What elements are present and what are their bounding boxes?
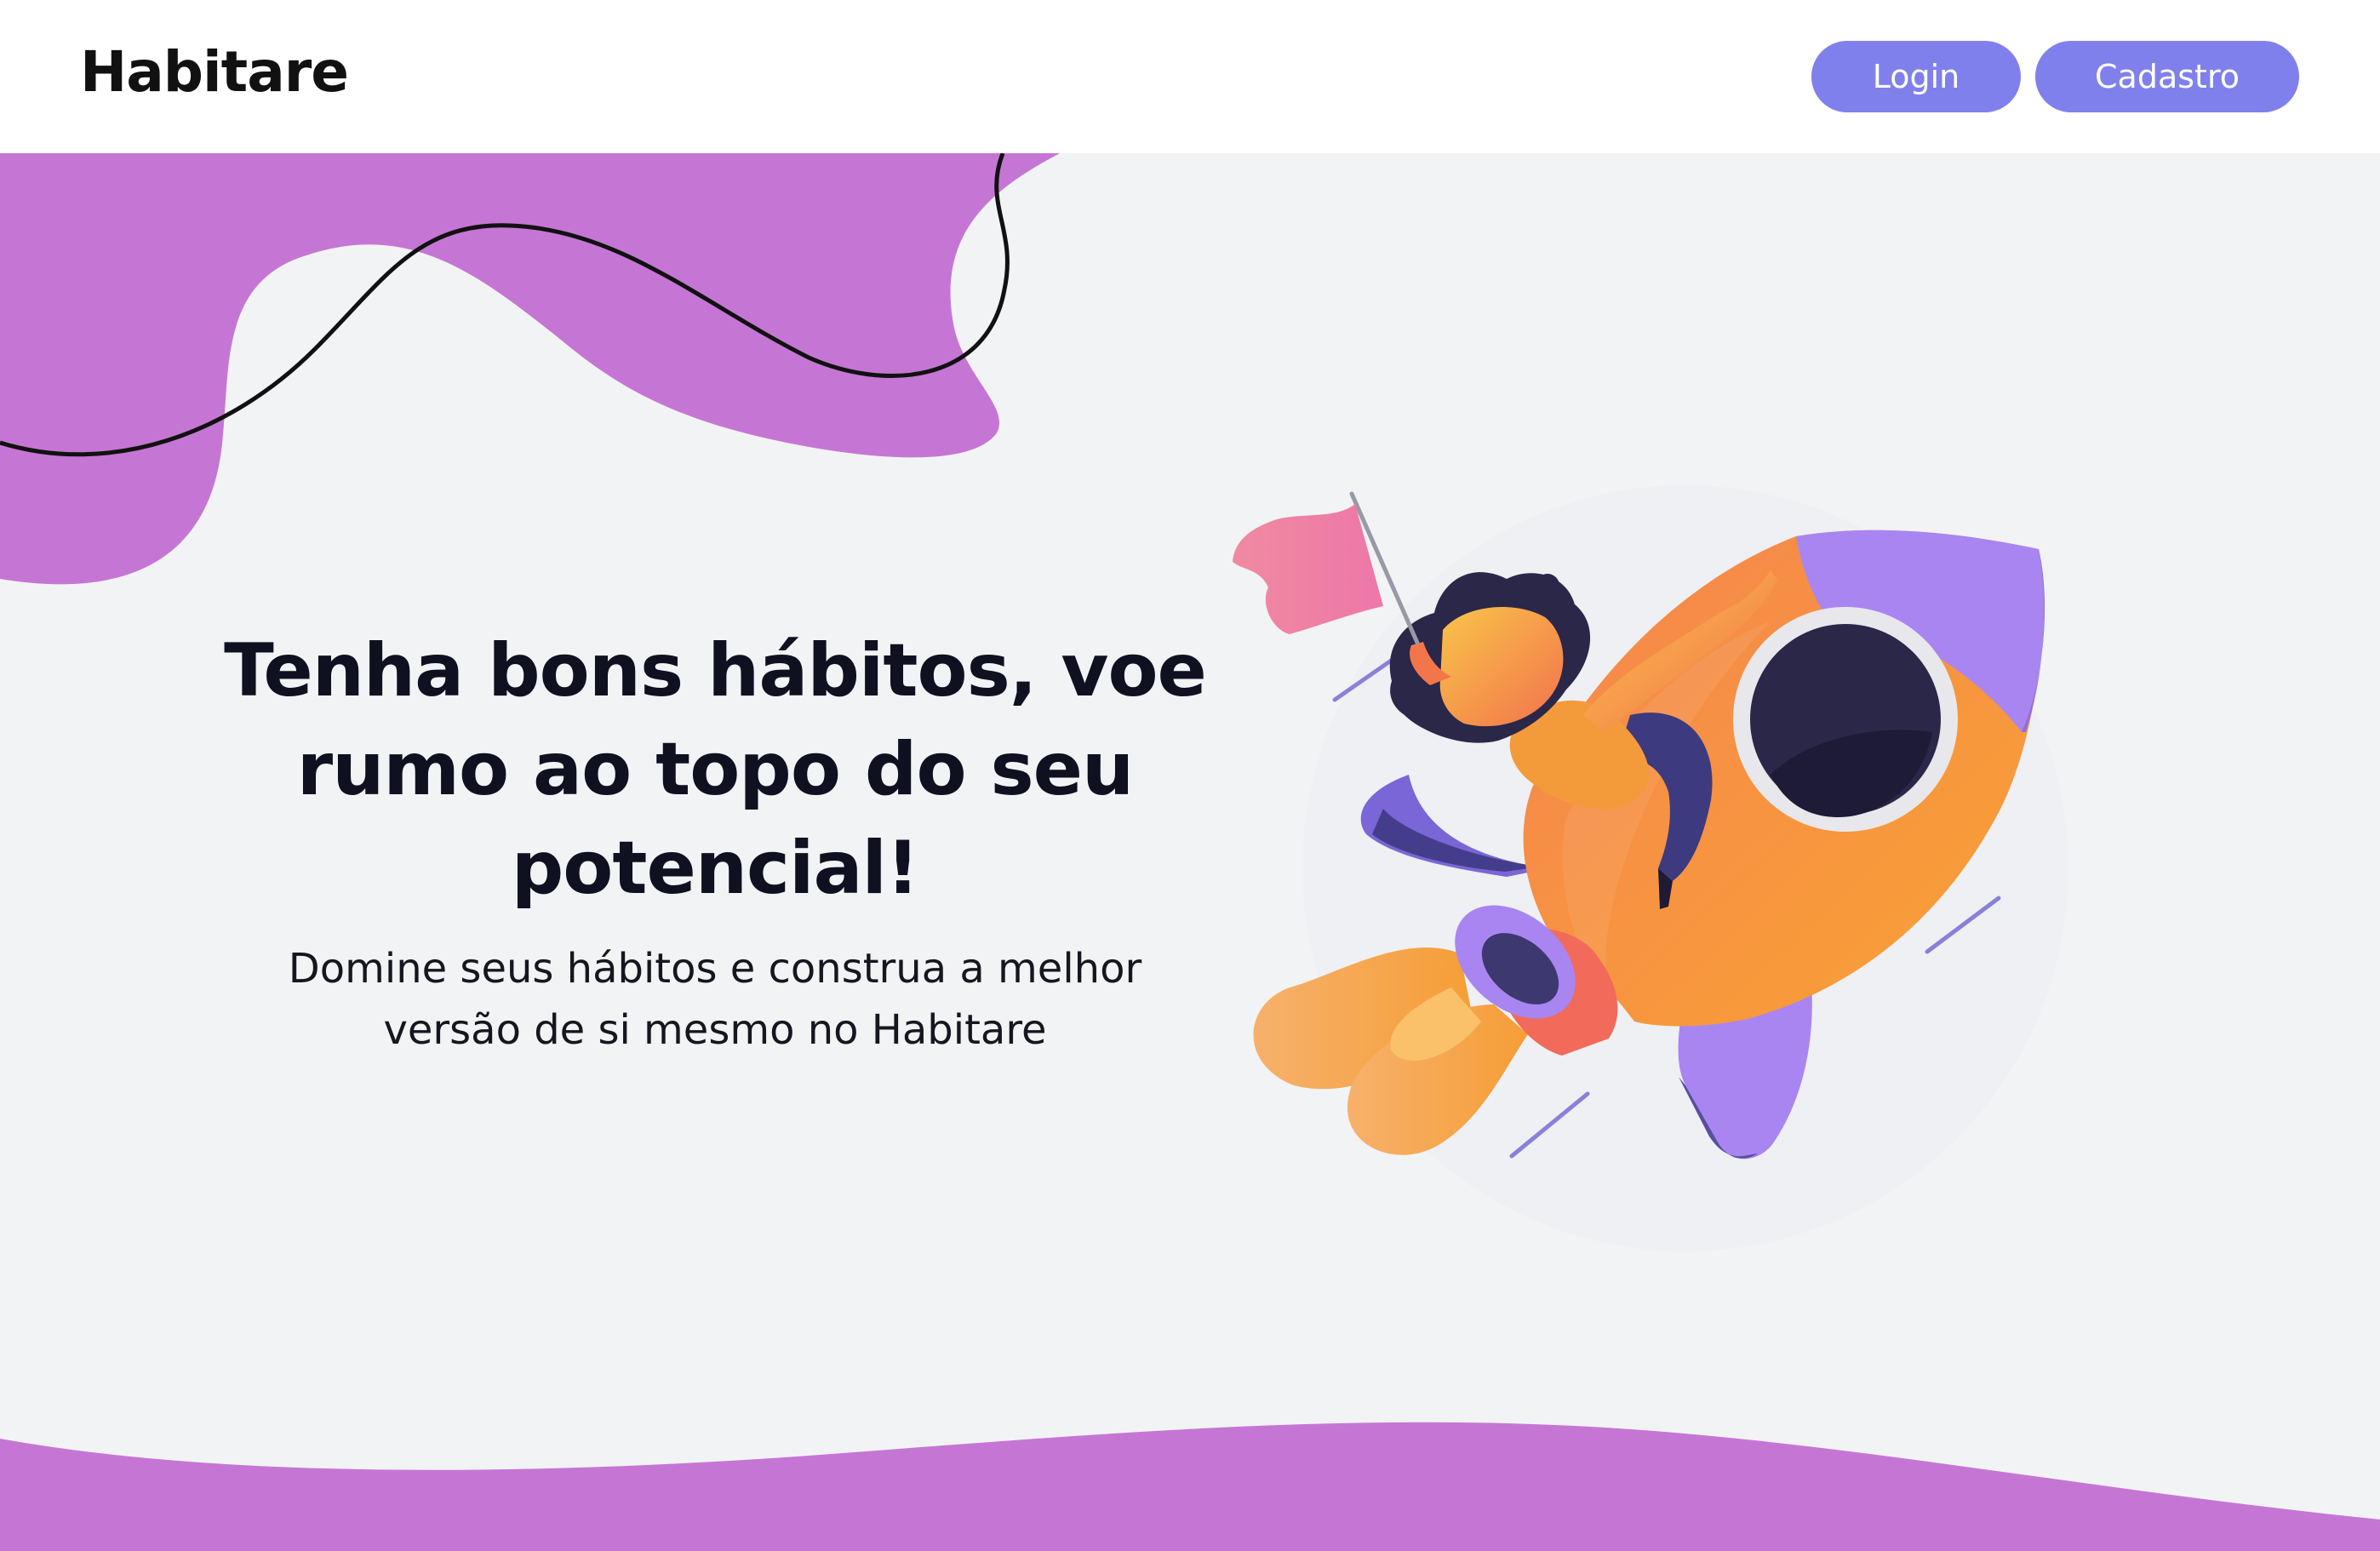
hero-title: Tenha bons hábitos, voe rumo ao topo do …	[224, 628, 1207, 911]
signup-button[interactable]: Cadastro	[2035, 41, 2299, 112]
top-nav-bar: Habitare Login Cadastro	[0, 0, 2380, 153]
hero-subtitle: Domine seus hábitos e construa a melhor …	[288, 945, 1142, 1054]
decorative-bottom-wave	[0, 1422, 2380, 1551]
hero-section: Tenha bons hábitos, voe rumo ao topo do …	[196, 621, 1234, 1061]
login-button[interactable]: Login	[1811, 41, 2021, 112]
decorative-top-blob	[0, 153, 1060, 585]
auth-nav: Login Cadastro	[1811, 41, 2299, 112]
rocket-woman-flag-illustration	[1233, 485, 2068, 1251]
habitare-logo[interactable]: Habitare	[80, 34, 349, 111]
